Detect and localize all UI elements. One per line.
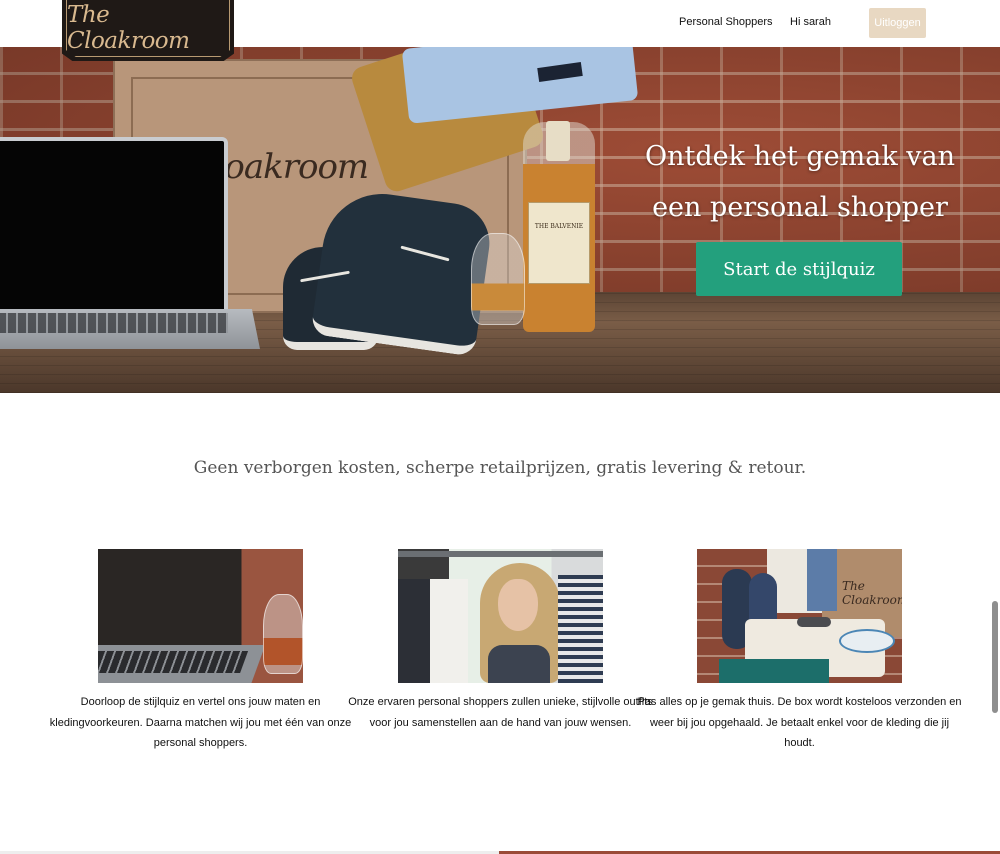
hero-shoe-right [310,186,495,357]
laptop-keys [0,313,228,333]
feature-text: Pas alles op je gemak thuis. De box word… [637,696,962,749]
green-shirt [719,659,829,683]
striped-shirt [558,575,603,683]
denim-jacket [807,549,837,611]
logo-frame: The Cloakroom [66,0,230,57]
feature-text: Onze ervaren personal shoppers zullen un… [348,696,653,729]
watch [797,617,831,627]
hero-laptop-screen [0,137,228,323]
start-style-quiz-button[interactable]: Start de stijlquiz [696,242,902,296]
hero-laptop-base [0,309,260,349]
hero-banner: The Cloakroom THE BALVENIE Ontdek het ge… [0,47,1000,393]
whisky-glass [263,594,303,674]
hero-whisky-glass [471,233,525,325]
logout-button[interactable]: Uitloggen [869,8,926,38]
laptop-keys [98,651,249,673]
shopper-face [498,579,538,631]
bowl [839,629,895,653]
page-scrollbar-thumb[interactable] [992,601,998,713]
clothing-rail [398,551,603,557]
value-tagline: Geen verborgen kosten, scherpe retailpri… [193,458,807,478]
nav-personal-shoppers-link[interactable]: Personal Shoppers [679,16,773,28]
site-logo[interactable]: The Cloakroom [62,0,234,61]
bottle-neck [546,121,570,161]
shopper-top [488,645,550,683]
user-greeting-link[interactable]: Hi sarah [790,16,831,28]
box-logo-text: The Cloakroom [842,579,902,607]
feature-image-box: The Cloakroom [697,549,902,683]
feature-image-shopper [398,549,603,683]
bottle-label: THE BALVENIE [528,202,590,284]
laptop-keyboard [98,645,266,683]
hero-heading-line2: een personal shopper [652,192,948,223]
hanging-shirt [430,579,468,683]
hero-heading-line1: Ontdek het gemak van [644,141,956,172]
logo-text: The Cloakroom [67,2,190,54]
hero-heading: Ontdek het gemak van een personal shopper [640,131,960,233]
feature-text: Doorloop de stijlquiz en vertel ons jouw… [49,696,352,749]
feature-image-laptop [98,549,303,683]
